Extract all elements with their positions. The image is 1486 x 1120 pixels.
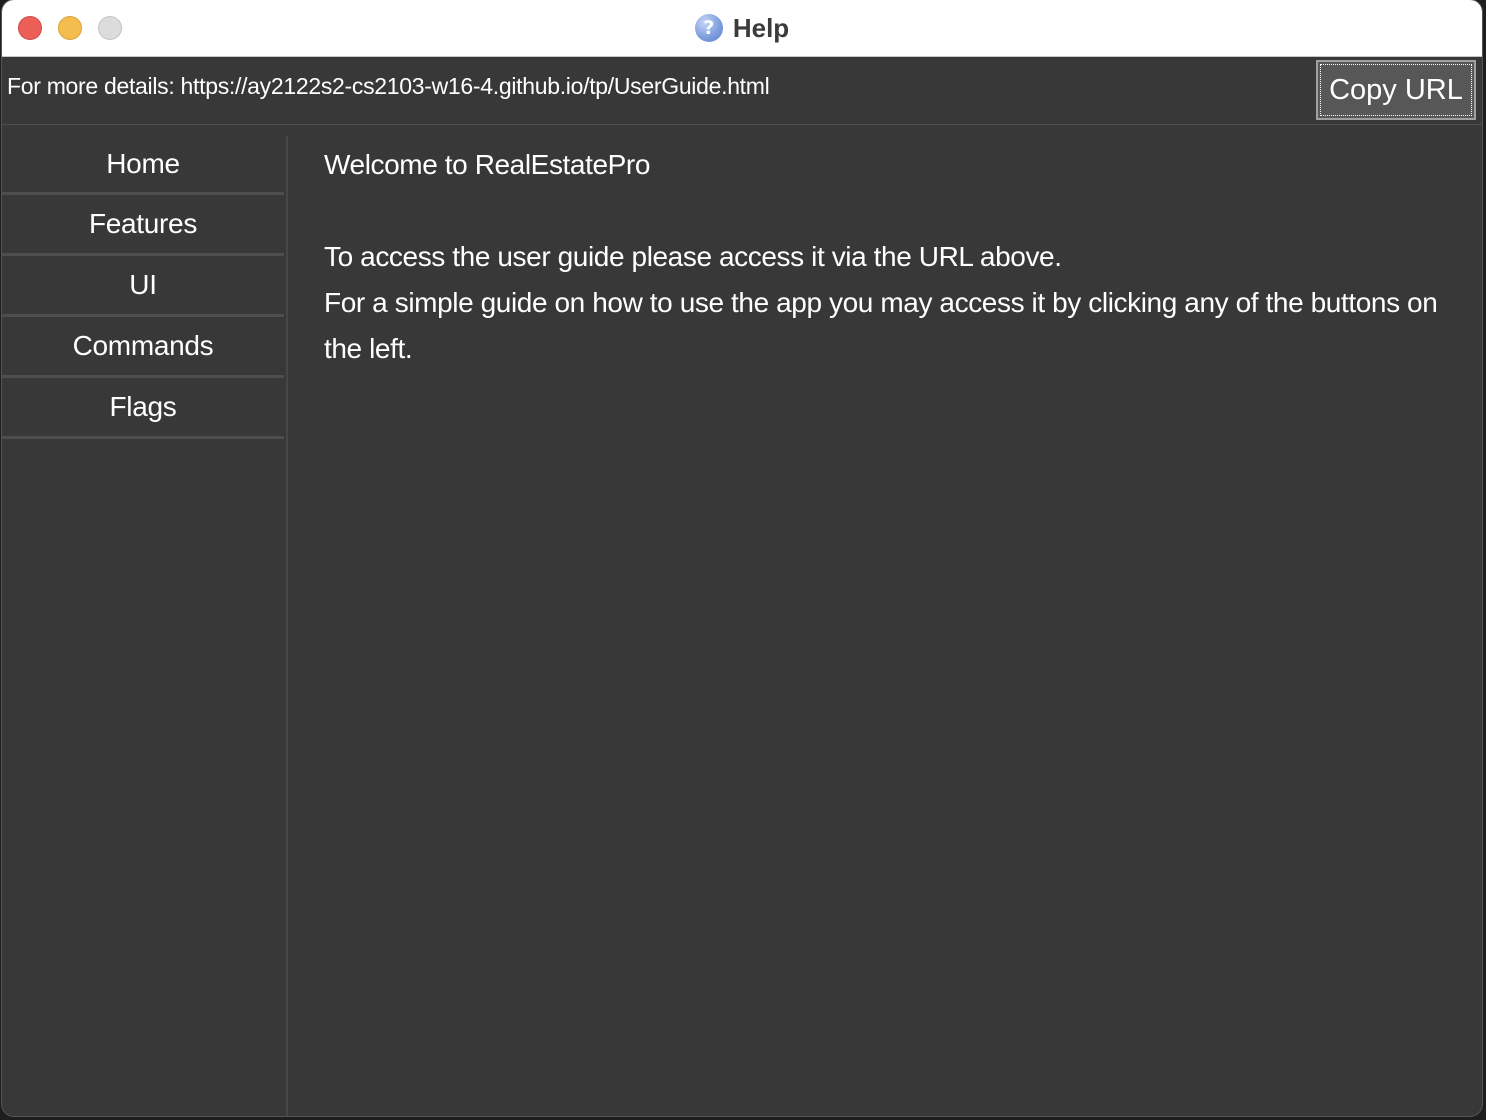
title-bar[interactable]: ? Help xyxy=(2,0,1482,57)
sidebar-item-home[interactable]: Home xyxy=(2,136,284,195)
sidebar-item-flags[interactable]: Flags xyxy=(2,378,284,439)
url-bar: For more details: https://ay2122s2-cs210… xyxy=(2,57,1482,125)
url-details-text: For more details: https://ay2122s2-cs210… xyxy=(7,73,770,99)
sidebar-nav: Home Features UI Commands Flags xyxy=(2,136,288,1116)
copy-url-button[interactable]: Copy URL xyxy=(1316,60,1476,120)
help-text-line-1: To access the user guide please access i… xyxy=(324,241,1062,272)
window-title-group: ? Help xyxy=(2,0,1482,56)
sidebar-item-features[interactable]: Features xyxy=(2,195,284,256)
sidebar-item-commands[interactable]: Commands xyxy=(2,317,284,378)
help-text-line-2: For a simple guide on how to use the app… xyxy=(324,287,1438,364)
welcome-heading: Welcome to RealEstatePro xyxy=(324,149,651,180)
help-question-icon: ? xyxy=(694,14,723,42)
help-content: Welcome to RealEstatePro To access the u… xyxy=(324,142,1452,372)
help-window: ? Help For more details: https://ay2122s… xyxy=(2,0,1482,1116)
window-title: Help xyxy=(732,12,790,43)
sidebar-item-ui[interactable]: UI xyxy=(2,256,284,317)
